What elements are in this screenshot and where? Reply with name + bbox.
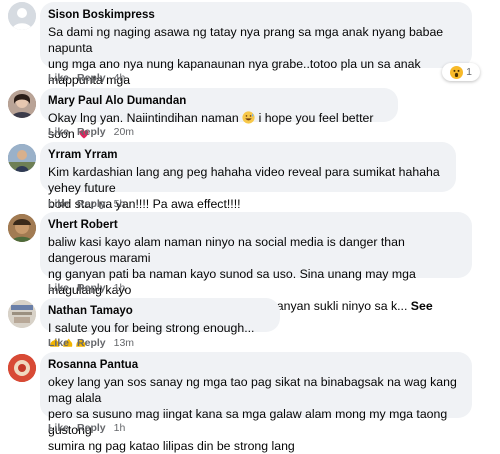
reaction-count: 1 (466, 66, 472, 78)
comment-text-part: Okay lng yan. Naiintindihan naman (48, 111, 239, 125)
like-button[interactable]: Like (48, 126, 69, 138)
comment-line: Kim kardashian lang ang peg hahaha video… (48, 165, 440, 195)
comment-actions: Like Reply 13m (48, 337, 134, 349)
comment-author[interactable]: Sison Boskimpress (48, 8, 462, 22)
reply-button[interactable]: Reply (77, 282, 106, 294)
grinning-sweat-emoji-icon (242, 111, 255, 124)
reply-button[interactable]: Reply (77, 198, 106, 210)
comment-actions: Like Reply 20m (48, 126, 134, 138)
comment-timestamp[interactable]: 5h (114, 198, 126, 210)
comment-line: baliw kasi kayo alam naman ninyo na soci… (48, 235, 405, 265)
avatar[interactable] (8, 90, 36, 118)
profile-photo-icon (8, 144, 36, 172)
profile-photo-icon (8, 354, 36, 382)
comment-author[interactable]: Rosanna Pantua (48, 358, 462, 372)
comment-actions: Like Reply 4h (48, 72, 125, 84)
comment-bubble: Sison Boskimpress Sa dami ng naging asaw… (40, 2, 472, 103)
comment-actions: Like Reply 1h (48, 422, 125, 434)
comment-actions: Like Reply 1h (48, 282, 125, 294)
avatar[interactable] (8, 214, 36, 242)
comment-timestamp[interactable]: 13m (114, 337, 134, 349)
comment-bubble: Nathan Tamayo I salute you for being str… (40, 298, 280, 347)
reply-button[interactable]: Reply (77, 422, 106, 434)
comment-text-part: I salute you for being strong enough... (48, 321, 255, 335)
comment-timestamp[interactable]: 20m (114, 126, 134, 138)
comment-bubble: Rosanna Pantua okey lang yan sos sanay n… (40, 352, 472, 453)
like-button[interactable]: Like (48, 198, 69, 210)
comment-line: Sa dami ng naging asawa ng tatay nya pra… (48, 25, 444, 55)
profile-photo-icon (8, 214, 36, 242)
comment-timestamp[interactable]: 1h (114, 282, 126, 294)
avatar[interactable] (8, 300, 36, 328)
wow-reaction-icon (450, 65, 464, 79)
comment-timestamp[interactable]: 4h (114, 72, 126, 84)
reply-button[interactable]: Reply (77, 72, 106, 84)
comment-timestamp[interactable]: 1h (114, 422, 126, 434)
comment-actions: Like Reply 5h (48, 198, 125, 210)
comment-author[interactable]: Vhert Robert (48, 218, 462, 232)
like-button[interactable]: Like (48, 72, 69, 84)
profile-photo-icon (8, 300, 36, 328)
comment-author[interactable]: Nathan Tamayo (48, 304, 270, 318)
comment-author[interactable]: Mary Paul Alo Dumandan (48, 94, 388, 108)
comment-author[interactable]: Yrram Yrram (48, 148, 446, 162)
avatar[interactable] (8, 2, 36, 30)
comment-bubble: Vhert Robert baliw kasi kayo alam naman … (40, 212, 472, 329)
comment-bubble: Mary Paul Alo Dumandan Okay lng yan. Nai… (40, 88, 398, 141)
comment-line: okey lang yan sos sanay ng mga tao pag s… (48, 375, 457, 405)
avatar[interactable] (8, 144, 36, 172)
comment-bubble: Yrram Yrram Kim kardashian lang ang peg … (40, 142, 456, 211)
like-button[interactable]: Like (48, 337, 69, 349)
reaction-badge[interactable]: 1 (442, 63, 480, 81)
like-button[interactable]: Like (48, 422, 69, 434)
profile-photo-icon (8, 90, 36, 118)
comment-text: okey lang yan sos sanay ng mga tao pag s… (48, 374, 462, 454)
like-button[interactable]: Like (48, 282, 69, 294)
reply-button[interactable]: Reply (77, 126, 106, 138)
default-avatar-icon (8, 2, 36, 30)
avatar[interactable] (8, 354, 36, 382)
reply-button[interactable]: Reply (77, 337, 106, 349)
comment-line: sumira ng pag katao lilipas din be stron… (48, 439, 295, 453)
